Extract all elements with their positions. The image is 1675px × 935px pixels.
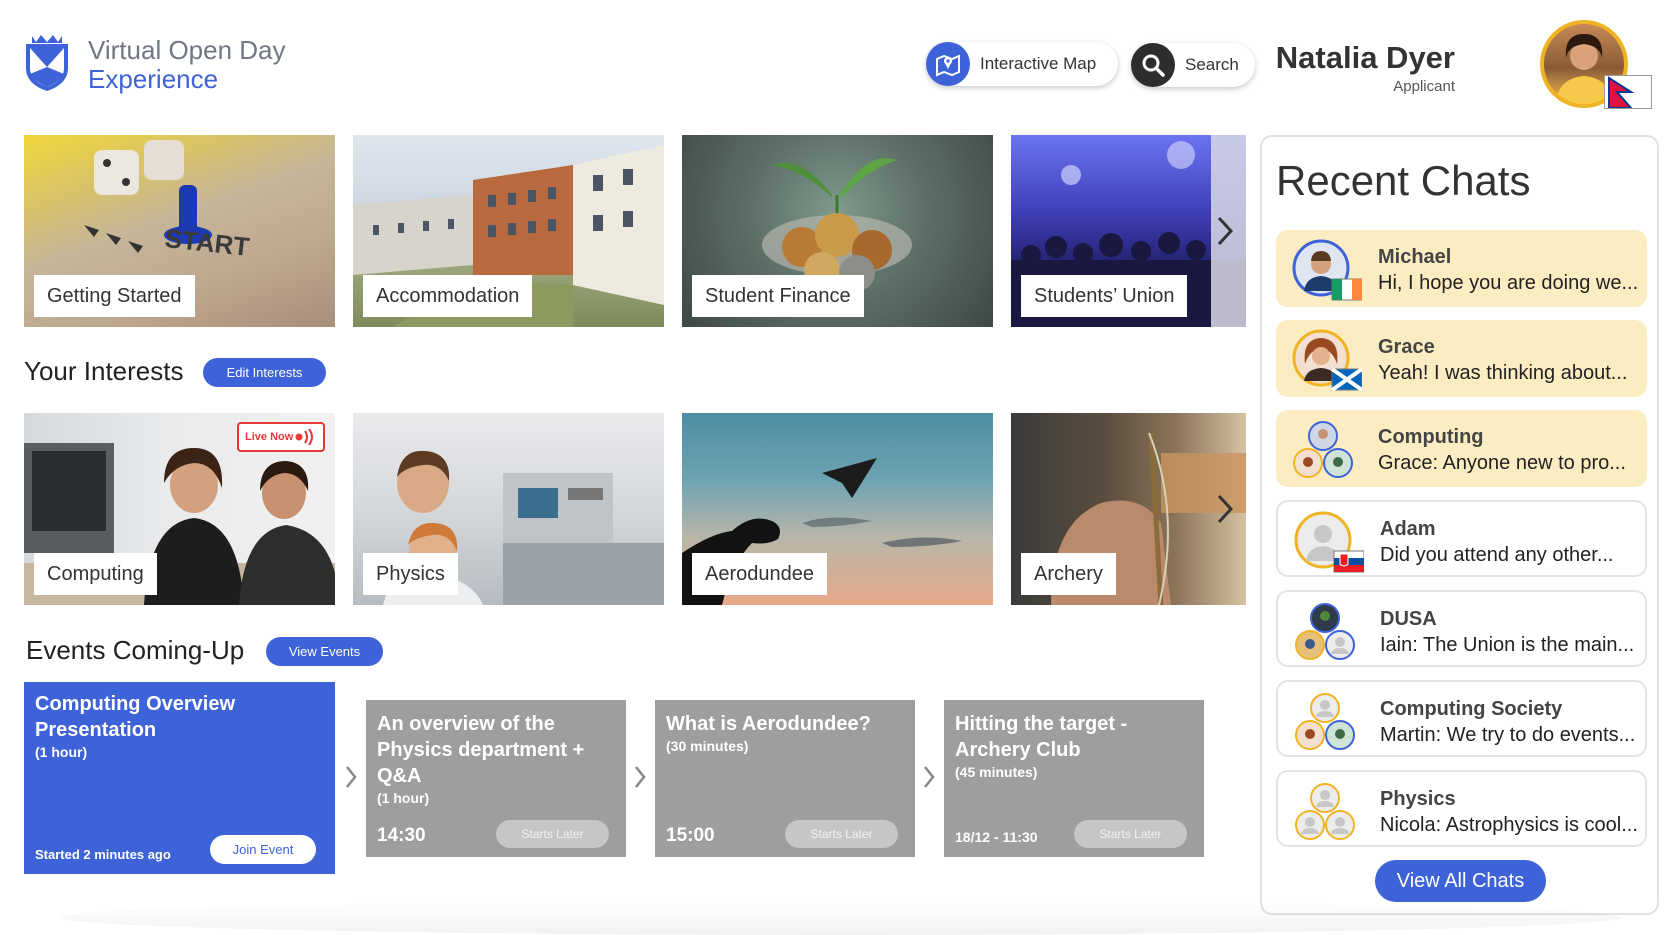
user-name: Natalia Dyer bbox=[1275, 40, 1455, 75]
chat-name: Grace bbox=[1378, 336, 1435, 358]
view-events-button[interactable]: View Events bbox=[266, 637, 383, 666]
chevron-right-icon bbox=[633, 764, 647, 790]
event-duration: (1 hour) bbox=[35, 744, 88, 760]
event-time: 18/12 - 11:30 bbox=[955, 829, 1038, 845]
recent-chats-title: Recent Chats bbox=[1276, 157, 1531, 204]
chat-item-computing-group[interactable]: Computing Grace: Anyone new to pro... bbox=[1276, 410, 1647, 487]
chat-avatar bbox=[1294, 511, 1365, 573]
topic-card-student-finance[interactable]: Student Finance bbox=[682, 135, 993, 327]
events-title: Events Coming-Up bbox=[26, 635, 245, 665]
event-card-aerodundee[interactable]: What is Aerodundee? (30 minutes) 15:00 S… bbox=[655, 700, 915, 857]
chat-name: Michael bbox=[1378, 246, 1452, 268]
topic-card-accommodation[interactable]: Accommodation bbox=[353, 135, 664, 327]
chat-item-dusa[interactable]: DUSA Iain: The Union is the main... bbox=[1276, 590, 1647, 667]
live-now-badge[interactable]: Live Now bbox=[237, 422, 325, 452]
chat-name: Adam bbox=[1380, 518, 1436, 540]
starts-later-button: Starts Later bbox=[496, 820, 609, 848]
chat-item-computing-society[interactable]: Computing Society Martin: We try to do e… bbox=[1276, 680, 1647, 757]
event-title: Hitting the target - Archery Club bbox=[955, 713, 1128, 761]
topic-card-students-union[interactable]: Students’ Union bbox=[1011, 135, 1246, 327]
user-role: Applicant bbox=[1393, 78, 1455, 95]
event-title: An overview of the Physics department + … bbox=[377, 713, 585, 787]
join-event-button[interactable]: Join Event bbox=[210, 835, 316, 864]
event-time: 14:30 bbox=[377, 825, 426, 846]
interactive-map-label: Interactive Map bbox=[980, 54, 1097, 73]
topic-card-getting-started[interactable]: START Getting Started bbox=[24, 135, 335, 327]
chat-item-michael[interactable]: Michael Hi, I hope you are doing we... bbox=[1276, 230, 1647, 307]
topic-label: Student Finance bbox=[692, 275, 864, 317]
chat-item-grace[interactable]: Grace Yeah! I was thinking about... bbox=[1276, 320, 1647, 397]
interest-label: Computing bbox=[34, 553, 157, 595]
event-card-computing-overview[interactable]: Computing Overview Presentation (1 hour)… bbox=[24, 682, 335, 874]
chat-name: Computing Society bbox=[1380, 698, 1563, 720]
interest-card-aerodundee[interactable]: Aerodundee bbox=[682, 413, 993, 605]
search-label: Search bbox=[1185, 55, 1239, 74]
view-all-chats-button[interactable]: View All Chats bbox=[1375, 860, 1546, 902]
chat-message-preview: Hi, I hope you are doing we... bbox=[1378, 272, 1639, 294]
bottom-shadow-divider bbox=[60, 900, 1620, 935]
live-broadcast-icon bbox=[295, 429, 313, 445]
event-title: What is Aerodundee? bbox=[666, 713, 871, 735]
app-title: Virtual Open Day Experience bbox=[88, 36, 286, 94]
university-crest-logo[interactable] bbox=[24, 34, 70, 92]
chat-avatar bbox=[1292, 329, 1364, 392]
app-title-line1: Virtual Open Day bbox=[88, 35, 286, 65]
chat-item-physics-group[interactable]: Physics Nicola: Astrophysics is cool... bbox=[1276, 770, 1647, 847]
chat-message-preview: Yeah! I was thinking about... bbox=[1378, 362, 1628, 384]
group-chat-avatar bbox=[1292, 419, 1353, 478]
interest-label: Aerodundee bbox=[692, 553, 827, 595]
chat-message-preview: Did you attend any other... bbox=[1380, 544, 1614, 566]
chevron-right-icon bbox=[922, 764, 936, 790]
chat-message-preview: Martin: We try to do events... bbox=[1380, 724, 1636, 746]
edit-interests-button[interactable]: Edit Interests bbox=[203, 358, 326, 387]
event-time: 15:00 bbox=[666, 825, 715, 846]
starts-later-button: Starts Later bbox=[1074, 820, 1187, 848]
chat-message-preview: Grace: Anyone new to pro... bbox=[1378, 452, 1626, 474]
event-title: Computing Overview Presentation bbox=[35, 693, 236, 741]
group-chat-avatar bbox=[1294, 691, 1355, 750]
chat-name: DUSA bbox=[1380, 608, 1437, 630]
chat-item-adam[interactable]: Adam Did you attend any other... bbox=[1276, 500, 1647, 577]
svg-text:START: START bbox=[163, 223, 251, 262]
interactive-map-button[interactable]: Interactive Map bbox=[926, 42, 1118, 86]
event-duration: (1 hour) bbox=[377, 790, 430, 806]
starts-later-button: Starts Later bbox=[785, 820, 898, 848]
topic-label: Accommodation bbox=[363, 275, 533, 317]
map-icon bbox=[926, 42, 970, 86]
live-now-label: Live Now bbox=[245, 431, 294, 443]
interest-card-physics[interactable]: Physics bbox=[353, 413, 664, 605]
group-chat-avatar bbox=[1294, 781, 1355, 840]
search-button[interactable]: Search bbox=[1131, 43, 1255, 87]
interest-label: Physics bbox=[363, 553, 458, 595]
event-duration: (45 minutes) bbox=[955, 764, 1038, 780]
interest-card-archery[interactable]: Archery bbox=[1011, 413, 1246, 605]
interest-label: Archery bbox=[1021, 553, 1116, 595]
topic-label: Students’ Union bbox=[1021, 275, 1188, 317]
event-card-archery-club[interactable]: Hitting the target - Archery Club (45 mi… bbox=[944, 700, 1204, 857]
event-card-physics-overview[interactable]: An overview of the Physics department + … bbox=[366, 700, 626, 857]
chevron-right-icon bbox=[344, 764, 358, 790]
event-status: Started 2 minutes ago bbox=[35, 847, 171, 862]
nepal-flag-icon bbox=[1604, 75, 1652, 109]
topics-next-chevron-icon[interactable] bbox=[1215, 214, 1235, 248]
search-icon bbox=[1131, 43, 1175, 87]
topic-label: Getting Started bbox=[34, 275, 195, 317]
interests-title: Your Interests bbox=[24, 356, 184, 386]
app-title-line2: Experience bbox=[88, 64, 219, 94]
chat-name: Computing bbox=[1378, 426, 1484, 448]
interests-next-chevron-icon[interactable] bbox=[1215, 492, 1235, 526]
chat-avatar bbox=[1292, 239, 1363, 301]
group-chat-avatar bbox=[1294, 601, 1355, 660]
chat-message-preview: Iain: The Union is the main... bbox=[1380, 634, 1635, 656]
chat-message-preview: Nicola: Astrophysics is cool... bbox=[1380, 814, 1638, 836]
event-duration: (30 minutes) bbox=[666, 738, 749, 754]
chat-name: Physics bbox=[1380, 788, 1456, 810]
interest-card-computing[interactable]: Live Now Computing bbox=[24, 413, 335, 605]
